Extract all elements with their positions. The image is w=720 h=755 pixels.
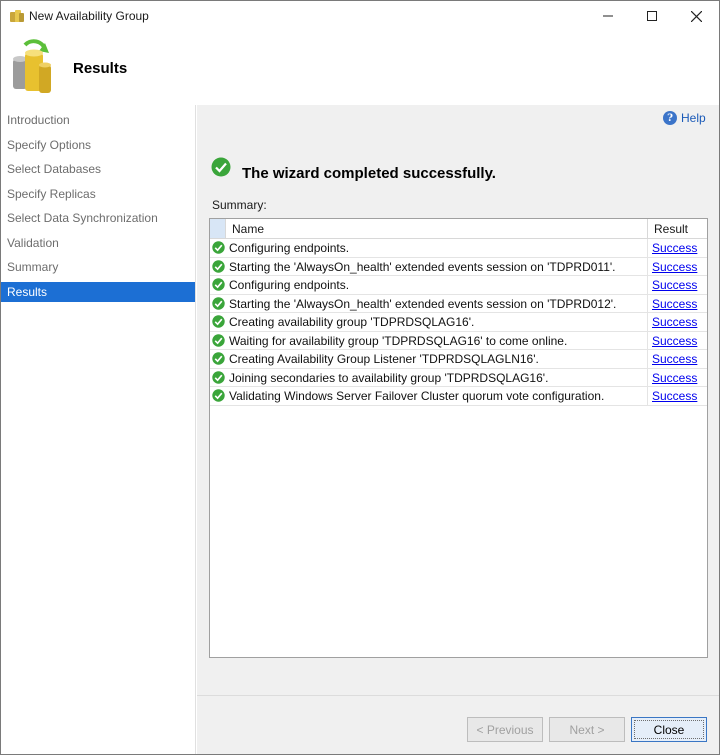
table-row[interactable]: Validating Windows Server Failover Clust…: [210, 387, 707, 406]
row-name: Waiting for availability group 'TDPRDSQL…: [229, 333, 568, 348]
column-header-result[interactable]: Result: [654, 222, 688, 236]
row-name: Validating Windows Server Failover Clust…: [229, 389, 605, 403]
sidebar-item-validation[interactable]: Validation: [1, 233, 195, 253]
column-divider: [647, 313, 648, 332]
next-button[interactable]: Next >: [549, 717, 625, 742]
row-result-link[interactable]: Success: [652, 371, 697, 385]
column-divider: [647, 276, 648, 295]
help-icon: ?: [663, 111, 677, 125]
sidebar-item-summary[interactable]: Summary: [1, 257, 195, 277]
success-icon: [212, 352, 225, 365]
summary-label: Summary:: [212, 198, 267, 212]
wizard-footer: < Previous Next > Close: [197, 695, 719, 754]
row-result-link[interactable]: Success: [652, 241, 697, 255]
row-name: Configuring endpoints.: [229, 278, 350, 292]
success-icon: [212, 259, 225, 273]
sidebar-item-select-databases[interactable]: Select Databases: [1, 159, 195, 179]
title-bar[interactable]: New Availability Group: [1, 1, 719, 31]
table-row[interactable]: Configuring endpoints. Success: [210, 239, 707, 258]
table-row[interactable]: Starting the 'AlwaysOn_health' extended …: [210, 257, 707, 276]
wizard-header: Results: [1, 31, 719, 105]
row-name: Starting the 'AlwaysOn_health' extended …: [229, 259, 616, 274]
help-link[interactable]: ? Help: [663, 111, 706, 125]
column-divider: [647, 239, 648, 258]
table-row[interactable]: Joining secondaries to availability grou…: [210, 368, 707, 387]
close-icon: [690, 10, 702, 22]
window-title: New Availability Group: [29, 9, 149, 23]
app-icon: [10, 10, 24, 22]
success-icon: [212, 389, 225, 402]
success-check-icon: [211, 157, 231, 177]
table-row[interactable]: Creating Availability Group Listener 'TD…: [210, 350, 707, 369]
minimize-button[interactable]: [585, 1, 631, 31]
previous-button[interactable]: < Previous: [467, 717, 543, 742]
table-header: Name Result: [210, 219, 707, 239]
row-name: Starting the 'AlwaysOn_health' extended …: [229, 296, 617, 311]
sidebar-item-specify-options[interactable]: Specify Options: [1, 135, 195, 155]
availability-group-icon: [13, 39, 51, 93]
row-result-link[interactable]: Success: [652, 297, 697, 311]
close-button-label: Close: [634, 720, 704, 739]
column-divider: [647, 294, 648, 313]
column-divider: [647, 387, 648, 406]
row-result-link[interactable]: Success: [652, 278, 697, 292]
success-icon: [212, 241, 225, 254]
row-result-link[interactable]: Success: [652, 260, 697, 274]
table-row[interactable]: Configuring endpoints. Success: [210, 276, 707, 295]
row-selector-header: [210, 219, 226, 238]
column-divider[interactable]: [647, 219, 648, 239]
success-icon: [212, 315, 225, 328]
minimize-icon: [603, 15, 613, 17]
row-name: Joining secondaries to availability grou…: [229, 370, 549, 385]
table-row[interactable]: Starting the 'AlwaysOn_health' extended …: [210, 294, 707, 313]
row-name: Creating availability group 'TDPRDSQLAG1…: [229, 315, 475, 329]
table-row[interactable]: Creating availability group 'TDPRDSQLAG1…: [210, 313, 707, 332]
row-name: Configuring endpoints.: [229, 241, 350, 255]
row-result-link[interactable]: Success: [652, 389, 697, 403]
column-divider: [647, 368, 648, 387]
row-result-link[interactable]: Success: [652, 352, 697, 366]
maximize-button[interactable]: [629, 1, 675, 31]
sidebar-item-select-data-synchronization[interactable]: Select Data Synchronization: [1, 208, 195, 228]
column-header-name[interactable]: Name: [232, 222, 264, 236]
row-name: Creating Availability Group Listener 'TD…: [229, 352, 539, 366]
row-result-link[interactable]: Success: [652, 315, 697, 329]
success-icon: [212, 278, 225, 291]
column-divider: [647, 257, 648, 276]
column-divider: [647, 331, 648, 350]
column-divider: [647, 350, 648, 369]
sidebar-item-specify-replicas[interactable]: Specify Replicas: [1, 184, 195, 204]
close-window-button[interactable]: [673, 1, 719, 31]
close-button[interactable]: Close: [631, 717, 707, 742]
status-message: The wizard completed successfully.: [242, 165, 496, 182]
success-icon: [212, 296, 225, 310]
wizard-steps-sidebar: Introduction Specify Options Select Data…: [1, 105, 196, 754]
wizard-window: New Availability Group Results Introduct…: [0, 0, 720, 755]
sidebar-item-introduction[interactable]: Introduction: [1, 110, 195, 130]
row-result-link[interactable]: Success: [652, 334, 697, 348]
success-icon: [212, 333, 225, 347]
page-title: Results: [73, 60, 128, 77]
help-label: Help: [681, 111, 706, 125]
maximize-icon: [647, 11, 657, 21]
success-icon: [212, 370, 225, 384]
results-table[interactable]: Name Result Configuring endpoints. Succes…: [209, 218, 708, 658]
table-row[interactable]: Waiting for availability group 'TDPRDSQL…: [210, 331, 707, 350]
results-panel: ? Help The wizard completed successfully…: [197, 105, 719, 695]
sidebar-item-results[interactable]: Results: [1, 282, 195, 302]
